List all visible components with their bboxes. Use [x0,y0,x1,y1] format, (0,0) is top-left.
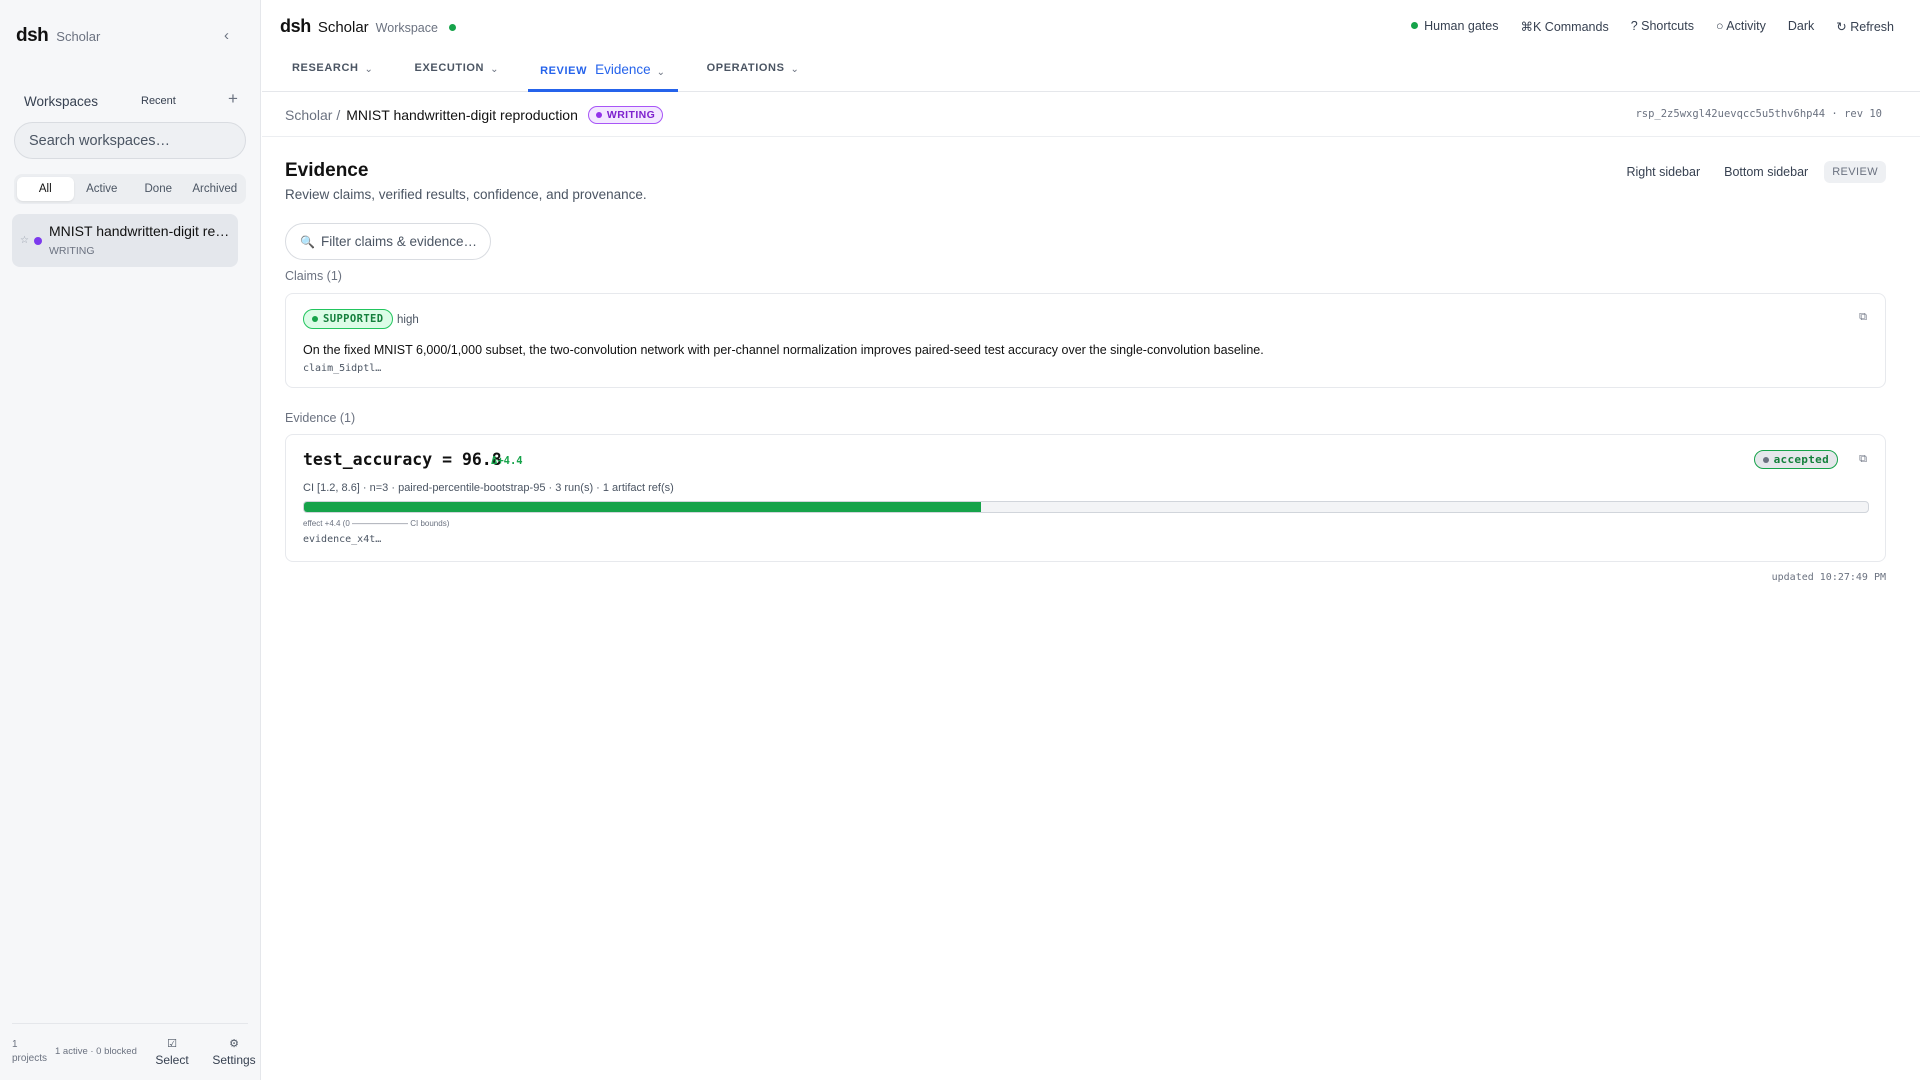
chevron-down-icon: ⌄ [490,64,500,75]
tab-review-sublabel: Evidence [595,62,651,77]
project-status-dot [34,237,42,245]
sidebar-footer: 1 projects 1 active · 0 blocked ☑ Select… [12,1023,256,1073]
refresh-button[interactable]: ↻ Refresh [1836,19,1894,34]
breadcrumb-bar: Scholar / MNIST handwritten-digit reprod… [262,93,1920,137]
human-gates-status-dot [1411,22,1419,29]
tab-research-label: RESEARCH [292,62,359,74]
breadcrumb-page: MNIST handwritten-digit reproduction [346,107,578,123]
commands-button[interactable]: ⌘K Commands [1520,19,1608,34]
project-status: WRITING [49,245,95,257]
workspace-search-input[interactable] [14,122,246,159]
evidence-status-badge: accepted [1753,450,1838,469]
project-name: MNIST handwritten-digit reproduction [49,223,231,239]
tab-research[interactable]: RESEARCH ⌄ [280,50,386,92]
top-header: dsh Scholar Workspace Human gates ⌘K Com… [262,0,1920,92]
search-icon: 🔍 [300,234,315,249]
claim-status-badge: SUPPORTED [303,309,393,329]
bottom-sidebar-button[interactable]: Bottom sidebar [1716,160,1816,184]
evidence-status-dot [1762,456,1769,463]
gear-icon: ⚙ [229,1038,239,1050]
sidebar: dsh Scholar ‹ Workspaces Recent + All Ac… [0,0,261,1080]
evidence-delta: Δ+4.4 [491,455,523,467]
activity-button[interactable]: ○ Activity [1716,19,1766,34]
right-sidebar-button[interactable]: Right sidebar [1618,160,1708,184]
chevron-down-icon: ⌄ [656,67,666,78]
page-title: Evidence [285,160,369,181]
select-button[interactable]: ☑ Select [152,1037,192,1067]
effect-bar [303,501,1869,513]
header-actions: Human gates ⌘K Commands ? Shortcuts ○ Ac… [1411,19,1894,34]
evidence-meta: CI [1.2, 8.6] · n=3 · paired-percentile-… [303,482,674,494]
filter-tab-done[interactable]: Done [130,177,187,201]
run-id: rsp_2z5wxgl42uevqcc5u5thv6hp44 · rev 10 [1635,108,1882,120]
status-badge: WRITING [587,106,664,124]
sidebar-logo: dsh [16,25,49,46]
tab-review[interactable]: REVIEW Evidence ⌄ [528,50,678,92]
chevron-down-icon: ⌄ [790,64,800,75]
filter-claims-input[interactable] [320,234,481,249]
tab-operations-label: OPERATIONS [706,62,785,74]
breadcrumb: Scholar / MNIST handwritten-digit reprod… [285,106,664,124]
tab-execution-label: EXECUTION [414,62,485,74]
project-summary: 1 active · 0 blocked [55,1046,137,1057]
workspaces-title: Workspaces [24,93,99,109]
checkbox-icon: ☑ [167,1038,177,1050]
copy-icon[interactable]: ⧉ [1859,311,1867,324]
page-subtitle: Review claims, verified results, confide… [285,187,647,202]
updated-timestamp: updated 10:27:49 PM [1771,572,1886,583]
filter-tab-archived[interactable]: Archived [187,177,244,201]
human-gates-button[interactable]: Human gates [1411,19,1498,34]
claim-text: On the fixed MNIST 6,000/1,000 subset, t… [303,343,1264,357]
mode-badge[interactable]: REVIEW [1824,161,1886,183]
settings-button[interactable]: ⚙ Settings [210,1037,258,1067]
effect-bar-note: effect +4.4 (0 ——————— CI bounds) [303,519,450,528]
select-label: Select [155,1053,189,1067]
main-nav-tabs: RESEARCH ⌄ EXECUTION ⌄ REVIEW Evidence ⌄ OPE… [262,50,812,92]
context-label: Workspace [375,21,438,35]
copy-icon[interactable]: ⧉ [1859,453,1867,466]
evidence-section-label: Evidence (1) [285,411,356,425]
collapse-sidebar-icon[interactable]: ‹ [224,27,229,44]
connection-status-dot [448,24,456,31]
add-workspace-icon[interactable]: + [228,89,238,109]
claim-status-dot [312,316,318,322]
filter-tab-active[interactable]: Active [74,177,131,201]
project-list-item[interactable]: ☆ MNIST handwritten-digit reproduction W… [12,214,238,267]
settings-label: Settings [212,1053,256,1067]
evidence-status-label: accepted [1773,453,1829,466]
workspaces-header: Workspaces Recent + [24,89,244,111]
tab-review-label: REVIEW [540,65,588,77]
tab-execution[interactable]: EXECUTION ⌄ [403,50,512,92]
evidence-card: test_accuracy = 96.8 Δ+4.4 accepted ⧉ CI… [285,434,1886,562]
breadcrumb-root-link[interactable]: Scholar / [285,107,340,123]
chevron-down-icon: ⌄ [364,64,374,75]
status-badge-label: WRITING [606,109,656,121]
human-gates-label: Human gates [1424,19,1499,33]
star-icon[interactable]: ☆ [20,235,29,246]
claim-confidence: high [397,314,419,326]
shortcuts-button[interactable]: ? Shortcuts [1631,19,1694,34]
header-logo: dsh [280,16,311,36]
evidence-id: evidence_x4t… [303,534,382,545]
claim-status-label: SUPPORTED [323,313,384,325]
sidebar-brand: dsh Scholar [16,25,100,47]
claim-id: claim_5idptl… [303,363,382,374]
project-count: 1 projects [12,1039,48,1064]
view-controls: Right sidebar Bottom sidebar REVIEW [1618,160,1886,184]
app-name: Scholar [317,19,369,36]
recent-sort-button[interactable]: Recent [141,95,176,107]
filter-tab-all[interactable]: All [17,177,74,201]
tab-operations[interactable]: OPERATIONS ⌄ [695,50,812,92]
sidebar-subtitle: Scholar [56,29,101,44]
effect-bar-fill [304,502,982,512]
status-dot [595,112,602,118]
claims-section-label: Claims (1) [285,269,342,283]
evidence-metric: test_accuracy = 96.8 [303,450,502,469]
claim-card: SUPPORTED high ⧉ On the fixed MNIST 6,00… [285,293,1886,388]
theme-toggle-button[interactable]: Dark [1788,19,1814,34]
filter-box: 🔍 [285,223,491,260]
header-brand: dsh Scholar Workspace [280,16,456,37]
workspace-filter-tabs: All Active Done Archived [14,174,246,204]
